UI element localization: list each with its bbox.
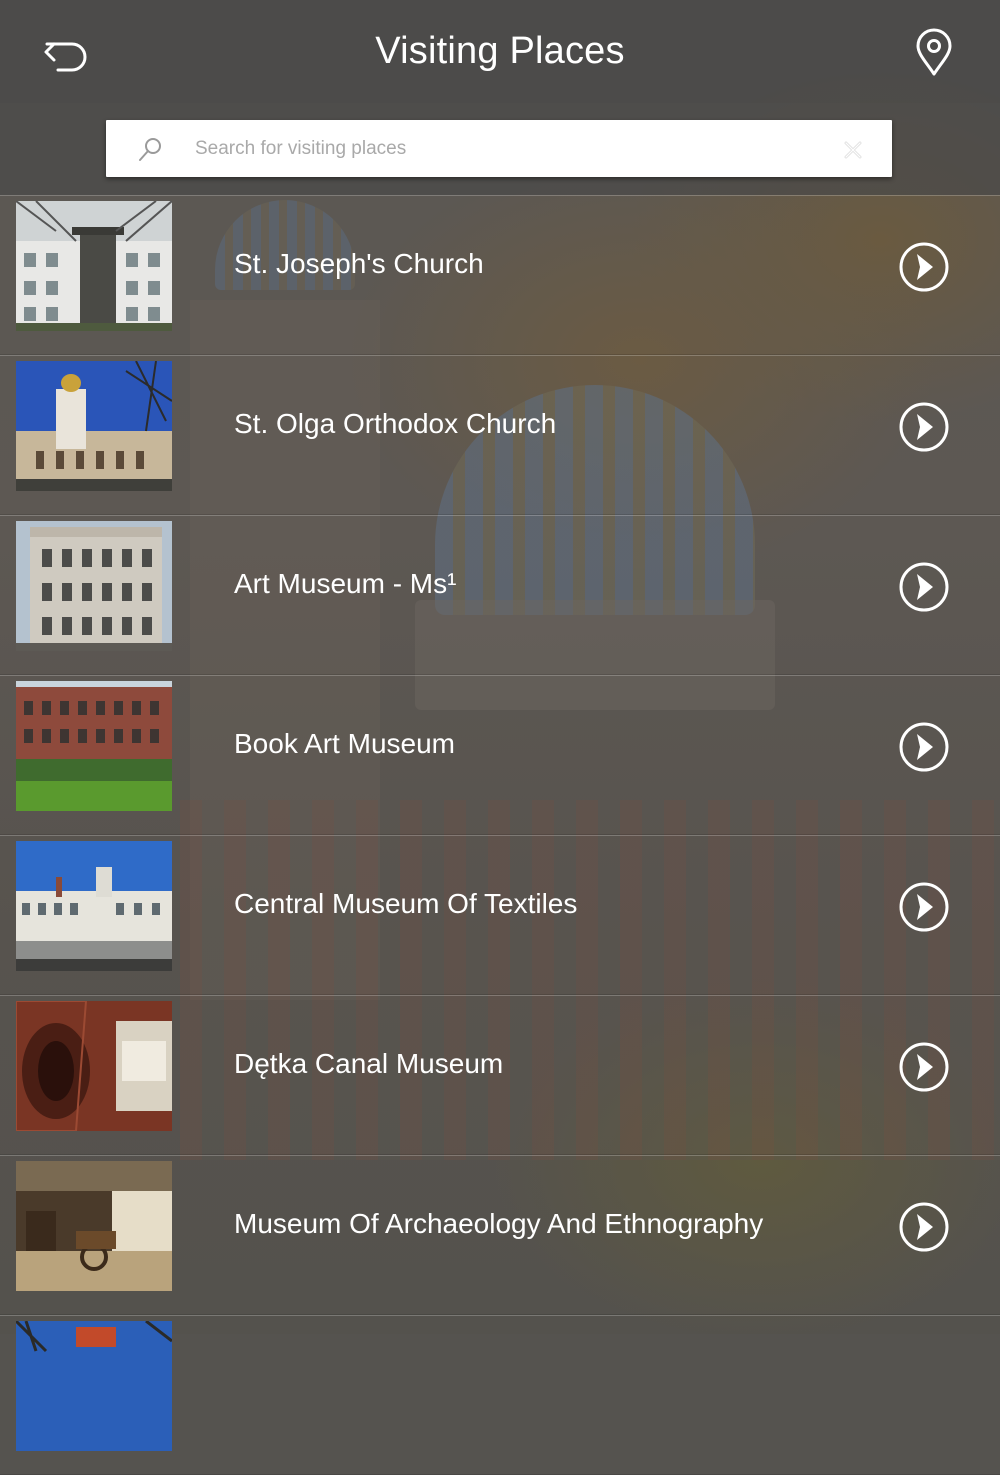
place-name: Book Art Museum [234, 728, 455, 759]
chevron-right-icon[interactable] [898, 1201, 950, 1253]
navigation-bar: Visiting Places [0, 0, 1000, 103]
place-thumbnail [16, 1001, 172, 1131]
list-item[interactable]: Museum Of Archaeology And Ethnography [0, 1155, 1000, 1315]
list-item[interactable]: Dętka Canal Museum [0, 995, 1000, 1155]
list-item[interactable]: St. Joseph's Church [0, 195, 1000, 355]
places-list: St. Joseph's Church St. Olga Orthodox Ch… [0, 195, 1000, 1475]
map-button[interactable] [906, 26, 962, 82]
list-item[interactable]: Book Art Museum [0, 675, 1000, 835]
list-item[interactable]: Art Museum - Ms¹ [0, 515, 1000, 675]
chevron-right-icon[interactable] [898, 881, 950, 933]
list-item[interactable]: Central Museum Of Textiles [0, 835, 1000, 995]
page-title: Visiting Places [375, 30, 625, 72]
place-thumbnail [16, 201, 172, 331]
map-pin-icon [916, 28, 952, 76]
place-thumbnail [16, 361, 172, 491]
place-thumbnail [16, 681, 172, 811]
place-name: St. Olga Orthodox Church [234, 408, 557, 439]
chevron-right-icon[interactable] [898, 721, 950, 773]
place-name: Central Museum Of Textiles [234, 888, 578, 919]
place-name: Dętka Canal Museum [234, 1048, 504, 1079]
chevron-right-icon[interactable] [898, 1041, 950, 1093]
list-item[interactable] [0, 1315, 1000, 1475]
place-thumbnail [16, 1161, 172, 1291]
list-item[interactable]: St. Olga Orthodox Church [0, 355, 1000, 515]
place-name: Museum Of Archaeology And Ethnography [234, 1208, 764, 1239]
place-name: St. Joseph's Church [234, 248, 484, 279]
chevron-right-icon[interactable] [898, 241, 950, 293]
search-bar [0, 103, 1000, 195]
clear-icon[interactable] [842, 139, 864, 161]
chevron-right-icon[interactable] [898, 561, 950, 613]
search-input[interactable] [195, 120, 815, 177]
chevron-right-icon[interactable] [898, 401, 950, 453]
place-thumbnail [16, 521, 172, 651]
place-thumbnail [16, 841, 172, 971]
search-icon [139, 138, 161, 161]
place-name: Art Museum - Ms¹ [234, 568, 457, 599]
place-thumbnail [16, 1321, 172, 1451]
search-field[interactable] [106, 120, 892, 177]
